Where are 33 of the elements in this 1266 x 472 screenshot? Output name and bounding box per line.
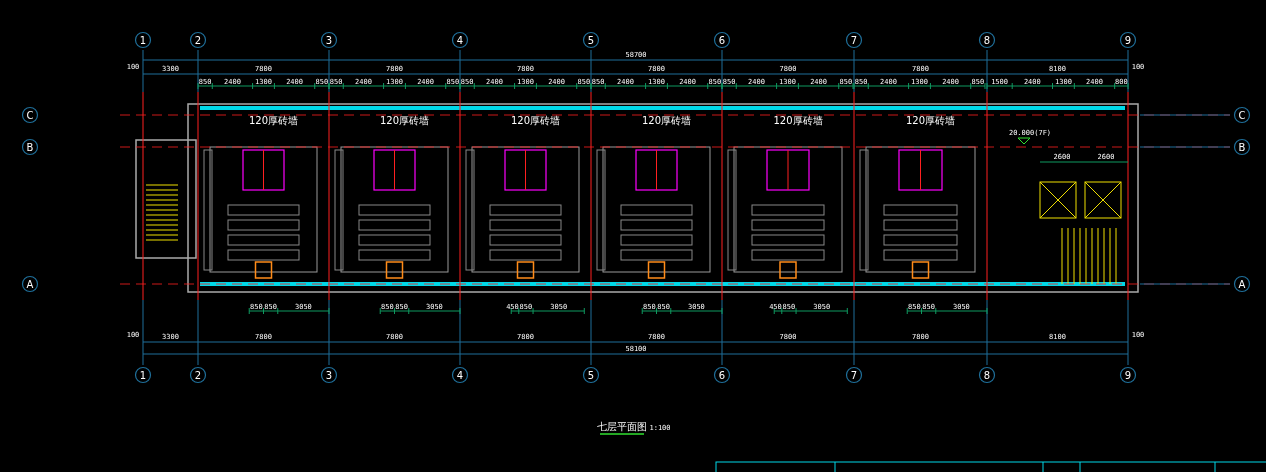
grid-axis-bubble: 7 bbox=[845, 31, 863, 49]
grid-axis-bubble: 5 bbox=[582, 366, 600, 384]
wall-note-text: 120厚砖墙 bbox=[248, 115, 299, 126]
grid-axis-bubble: 9 bbox=[1119, 366, 1137, 384]
grid-axis-bubble: 8 bbox=[978, 31, 996, 49]
elevation-marker-icon bbox=[1017, 137, 1031, 145]
wall-note-text: 120厚砖墙 bbox=[641, 115, 692, 126]
grid-axis-bubble: A bbox=[1233, 275, 1251, 293]
grid-axis-bubble: 1 bbox=[134, 366, 152, 384]
drawing-title: 七层平面图 bbox=[597, 421, 647, 432]
grid-axis-bubble: 9 bbox=[1119, 31, 1137, 49]
grid-axis-bubble: 6 bbox=[713, 366, 731, 384]
grid-axis-bubble: 3 bbox=[320, 31, 338, 49]
grid-axis-bubble: 4 bbox=[451, 366, 469, 384]
grid-axis-bubble: C bbox=[1233, 106, 1251, 124]
wall-note-text: 120厚砖墙 bbox=[510, 115, 561, 126]
grid-axis-bubble: 5 bbox=[582, 31, 600, 49]
grid-axis-bubble: 2 bbox=[189, 366, 207, 384]
grid-axis-bubble: 7 bbox=[845, 366, 863, 384]
grid-axis-bubble: B bbox=[1233, 138, 1251, 156]
grid-axis-bubble: 8 bbox=[978, 366, 996, 384]
grid-axis-bubble: A bbox=[21, 275, 39, 293]
grid-axis-bubble: 2 bbox=[189, 31, 207, 49]
grid-axis-bubble: 1 bbox=[134, 31, 152, 49]
wall-note-text: 120厚砖墙 bbox=[905, 115, 956, 126]
wall-note-text: 120厚砖墙 bbox=[773, 115, 823, 126]
title-underline bbox=[599, 433, 645, 435]
grid-axis-bubble: B bbox=[21, 138, 39, 156]
grid-axis-bubble: 6 bbox=[713, 31, 731, 49]
grid-axis-bubble: 3 bbox=[320, 366, 338, 384]
grid-axis-bubble: C bbox=[21, 106, 39, 124]
wall-note-text: 120厚砖墙 bbox=[379, 115, 430, 126]
grid-axis-bubble: 4 bbox=[451, 31, 469, 49]
